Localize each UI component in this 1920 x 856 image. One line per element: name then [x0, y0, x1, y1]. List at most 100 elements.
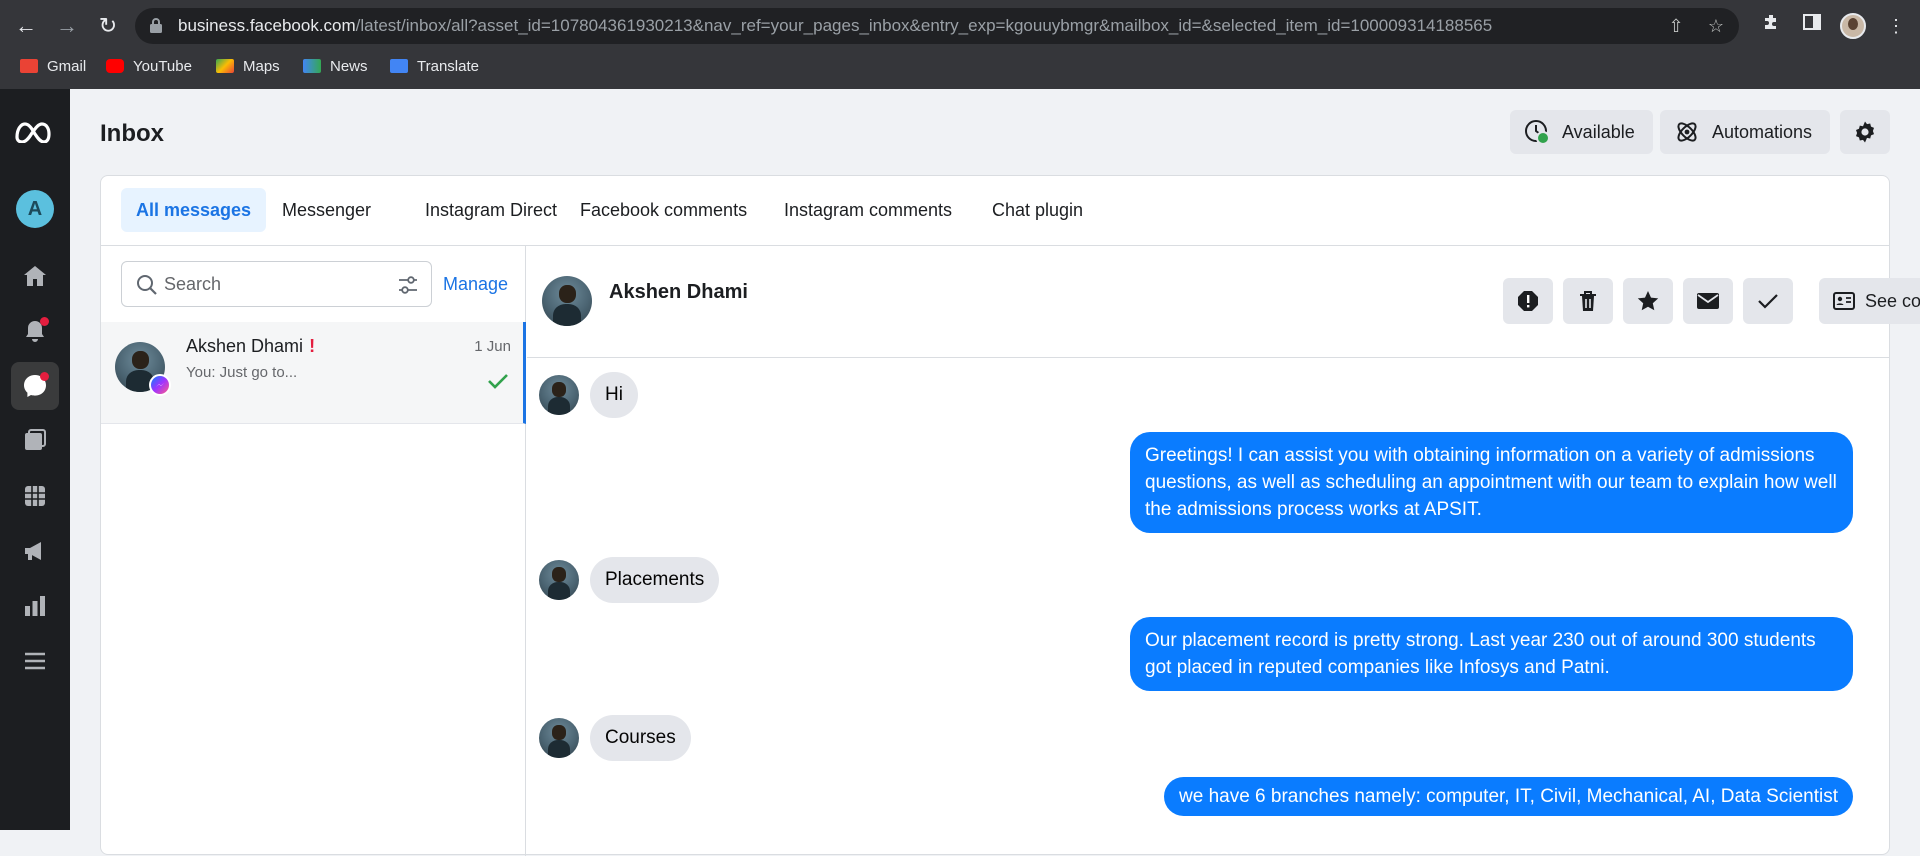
done-check-icon — [488, 374, 508, 389]
checkmark-icon — [1758, 294, 1778, 309]
browser-chrome: ← → ↻ business.facebook.com/latest/inbox… — [0, 0, 1920, 89]
incoming-message: Courses — [590, 715, 691, 761]
tab-all-messages[interactable]: All messages — [121, 188, 267, 232]
automations-icon — [1674, 119, 1700, 145]
outgoing-message: we have 6 branches namely: computer, IT,… — [1164, 777, 1853, 816]
url-host: business.facebook.com — [178, 16, 356, 35]
bookmark-label: Translate — [417, 58, 479, 75]
see-contact-label: See contact — [1865, 290, 1920, 311]
inbox-icon[interactable] — [11, 362, 59, 410]
bookmark-news[interactable]: News — [303, 52, 368, 82]
posts-icon[interactable] — [11, 417, 59, 465]
notification-dot — [40, 317, 49, 326]
menu-icon[interactable] — [11, 637, 59, 685]
mark-unread-button[interactable] — [1683, 278, 1733, 324]
conversation-snippet: You: Just go to... — [186, 364, 298, 381]
translate-icon — [390, 59, 408, 73]
automations-label: Automations — [1712, 121, 1813, 142]
bookmarks-bar: Gmail YouTube Maps News Translate — [0, 52, 1920, 89]
trash-icon — [1580, 291, 1596, 311]
notification-dot — [40, 372, 49, 381]
notifications-icon[interactable] — [11, 307, 59, 355]
outgoing-message: Greetings! I can assist you with obtaini… — [1130, 432, 1853, 533]
bookmark-youtube[interactable]: YouTube — [106, 52, 192, 82]
address-bar[interactable]: business.facebook.com/latest/inbox/all?a… — [135, 8, 1739, 44]
tab-messenger[interactable]: Messenger — [267, 188, 386, 232]
star-icon — [1637, 291, 1659, 311]
outgoing-message: Our placement record is pretty strong. L… — [1130, 617, 1853, 691]
browser-toolbar: ← → ↻ business.facebook.com/latest/inbox… — [0, 0, 1920, 52]
sender-avatar — [539, 375, 579, 415]
incoming-message: Placements — [590, 557, 720, 603]
app-rail: A — [0, 89, 70, 830]
home-icon[interactable] — [11, 252, 59, 300]
sender-avatar — [539, 718, 579, 758]
conversation-name: Akshen Dhami! — [186, 336, 315, 357]
sender-avatar — [539, 560, 579, 600]
search-icon — [137, 275, 157, 295]
bookmark-star-icon[interactable]: ☆ — [1705, 15, 1727, 37]
tab-instagram-direct[interactable]: Instagram Direct — [410, 188, 572, 232]
bookmark-gmail[interactable]: Gmail — [20, 52, 86, 82]
settings-button[interactable] — [1840, 110, 1890, 154]
filter-icon[interactable] — [397, 274, 419, 296]
more-menu-icon[interactable]: ⋮ — [1882, 12, 1910, 40]
search-placeholder: Search — [164, 274, 222, 294]
contact-name[interactable]: Akshen Dhami — [609, 281, 748, 304]
planner-icon[interactable] — [11, 472, 59, 520]
page-title: Inbox — [100, 120, 164, 147]
bookmark-label: YouTube — [133, 58, 192, 75]
star-button[interactable] — [1623, 278, 1673, 324]
forward-icon[interactable]: → — [53, 12, 81, 40]
inbox-card: All messages Messenger Instagram Direct … — [100, 175, 1920, 856]
chat-header: Akshen Dhami See contact — [527, 246, 1920, 358]
maps-icon — [216, 59, 234, 73]
account-initial: A — [16, 190, 54, 228]
see-contact-button[interactable]: See contact — [1819, 278, 1920, 324]
lock-icon[interactable] — [149, 17, 163, 33]
alert-icon: ! — [309, 336, 316, 356]
conversation-item[interactable]: Akshen Dhami! 1 Jun You: Just go to... — [101, 322, 526, 424]
bookmark-label: Maps — [243, 58, 280, 75]
search-input[interactable]: Search — [121, 261, 432, 307]
tab-facebook-comments[interactable]: Facebook comments — [565, 188, 762, 232]
news-icon — [303, 59, 321, 73]
availability-button[interactable]: Available — [1510, 110, 1653, 154]
bookmark-label: Gmail — [47, 58, 87, 75]
availability-label: Available — [1562, 121, 1635, 142]
profile-avatar[interactable] — [1840, 13, 1866, 39]
bookmark-label: News — [330, 58, 368, 75]
manage-link[interactable]: Manage — [443, 261, 508, 307]
meta-logo-icon[interactable] — [11, 107, 59, 155]
tab-instagram-comments[interactable]: Instagram comments — [769, 188, 967, 232]
messenger-icon — [149, 374, 171, 396]
ads-icon[interactable] — [11, 527, 59, 575]
delete-button[interactable] — [1563, 278, 1613, 324]
automations-button[interactable]: Automations — [1660, 110, 1831, 154]
spam-icon — [1518, 291, 1538, 311]
mark-done-button[interactable] — [1743, 278, 1793, 324]
account-avatar[interactable]: A — [11, 185, 59, 233]
share-icon[interactable]: ⇧ — [1665, 15, 1687, 37]
reload-icon[interactable]: ↻ — [94, 12, 122, 40]
back-icon[interactable]: ← — [12, 12, 40, 40]
clock-icon — [1524, 119, 1550, 145]
envelope-icon — [1697, 293, 1719, 309]
contact-card-icon — [1833, 292, 1855, 310]
contact-avatar[interactable] — [542, 276, 592, 326]
conversation-name-text: Akshen Dhami — [186, 336, 304, 356]
conversation-list-pane: Search Manage Akshen Dhami! 1 Jun You: J… — [101, 246, 526, 856]
tab-chat-plugin[interactable]: Chat plugin — [977, 188, 1098, 232]
channel-tabs: All messages Messenger Instagram Direct … — [101, 176, 1889, 246]
youtube-icon — [106, 59, 124, 73]
gmail-icon — [20, 59, 38, 73]
url-path: /latest/inbox/all?asset_id=1078043619302… — [355, 16, 1493, 35]
bookmark-maps[interactable]: Maps — [216, 52, 280, 82]
mark-spam-button[interactable] — [1503, 278, 1553, 324]
insights-icon[interactable] — [11, 582, 59, 630]
bookmark-translate[interactable]: Translate — [390, 52, 479, 82]
side-panel-icon[interactable] — [1798, 12, 1826, 40]
extensions-icon[interactable] — [1758, 12, 1786, 40]
url-text[interactable]: business.facebook.com/latest/inbox/all?a… — [178, 8, 1492, 44]
incoming-message: Hi — [590, 372, 638, 418]
